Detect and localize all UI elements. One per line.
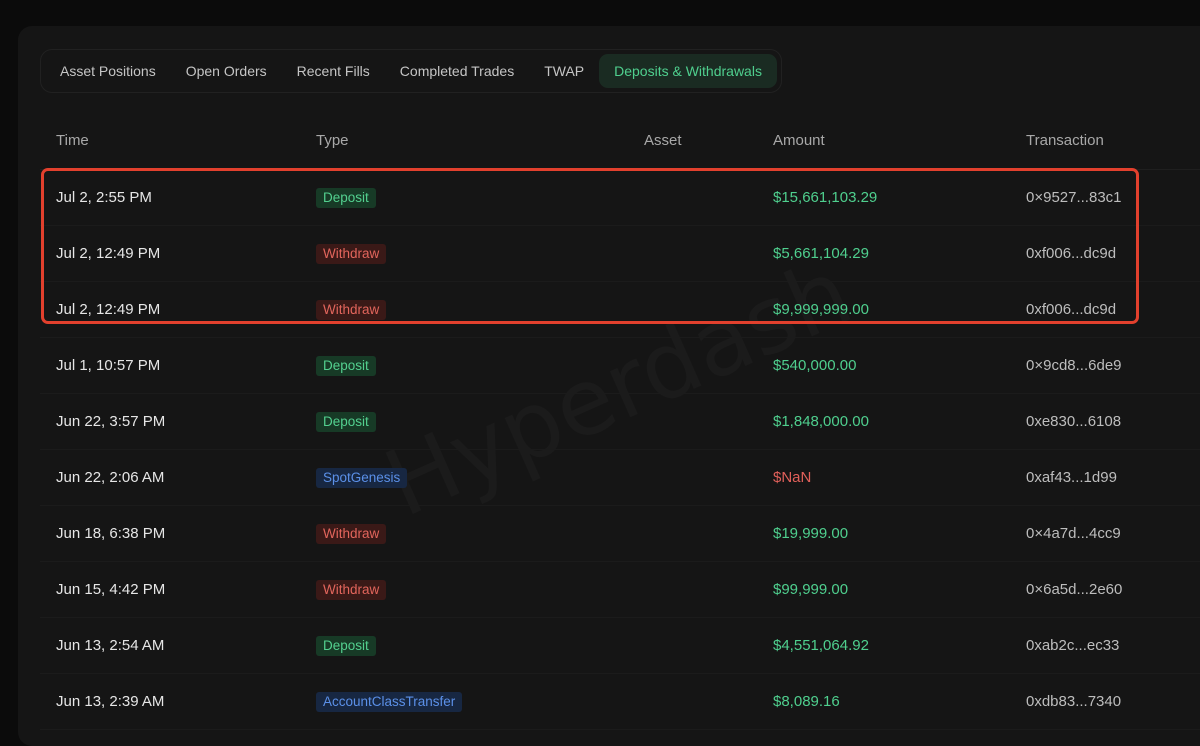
amount-cell: $540,000.00: [773, 357, 857, 374]
table-row[interactable]: Jul 2, 12:49 PM Withdraw $5,661,104.29 0xf0…: [40, 226, 1200, 282]
tab-completed-trades[interactable]: Completed Trades: [385, 54, 529, 88]
time-cell: Jun 13, 2:54 AM: [56, 637, 165, 654]
type-cell: Deposit: [316, 170, 376, 225]
table-body: Jul 2, 2:55 PM Deposit $15,661,103.29 0×952…: [40, 170, 1200, 730]
type-badge: SpotGenesis: [316, 468, 408, 489]
transaction-link[interactable]: 0×6a5d...2e60: [1026, 562, 1122, 617]
tab-twap[interactable]: TWAP: [529, 54, 599, 88]
amount-cell: $NaN: [773, 469, 812, 486]
amount-cell: $9,999,999.00: [773, 301, 869, 318]
type-badge: Withdraw: [316, 300, 387, 321]
transaction-link[interactable]: 0xe830...6108: [1026, 394, 1121, 449]
table-row[interactable]: Jun 13, 2:54 AM Deposit $4,551,064.92 0xab2…: [40, 618, 1200, 674]
table-row[interactable]: Jul 2, 12:49 PM Withdraw $9,999,999.00 0xf0…: [40, 282, 1200, 338]
tab-bar: Asset Positions Open Orders Recent Fills…: [40, 49, 782, 93]
transaction-link[interactable]: 0xf006...dc9d: [1026, 282, 1116, 337]
type-cell: Withdraw: [316, 282, 387, 337]
type-cell: Withdraw: [316, 562, 387, 617]
time-cell: Jul 1, 10:57 PM: [56, 357, 161, 374]
time-cell: Jun 22, 2:06 AM: [56, 469, 165, 486]
amount-cell: $15,661,103.29: [773, 189, 878, 206]
transaction-link[interactable]: 0xdb83...7340: [1026, 674, 1121, 729]
time-cell: Jul 2, 12:49 PM: [56, 301, 161, 318]
time-cell: Jun 13, 2:39 AM: [56, 693, 165, 710]
type-badge: Withdraw: [316, 524, 387, 545]
table-row[interactable]: Jun 18, 6:38 PM Withdraw $19,999.00 0×4a7d.…: [40, 506, 1200, 562]
transaction-link[interactable]: 0×9527...83c1: [1026, 170, 1122, 225]
header-transaction[interactable]: Transaction: [1026, 113, 1104, 169]
tab-open-orders[interactable]: Open Orders: [171, 54, 282, 88]
type-badge: AccountClassTransfer: [316, 692, 463, 713]
type-badge: Withdraw: [316, 244, 387, 265]
tab-recent-fills[interactable]: Recent Fills: [282, 54, 385, 88]
transaction-link[interactable]: 0xaf43...1d99: [1026, 450, 1117, 505]
header-type[interactable]: Type: [316, 113, 349, 169]
header-asset[interactable]: Asset: [644, 113, 682, 169]
type-cell: AccountClassTransfer: [316, 674, 463, 729]
type-cell: Deposit: [316, 618, 376, 673]
tab-deposits-withdrawals[interactable]: Deposits & Withdrawals: [599, 54, 777, 88]
table-row[interactable]: Jun 22, 2:06 AM SpotGenesis $NaN 0xaf43...1…: [40, 450, 1200, 506]
table-row[interactable]: Jul 2, 2:55 PM Deposit $15,661,103.29 0×952…: [40, 170, 1200, 226]
transaction-link[interactable]: 0xf006...dc9d: [1026, 226, 1116, 281]
time-cell: Jun 15, 4:42 PM: [56, 581, 166, 598]
header-time[interactable]: Time: [56, 113, 89, 169]
type-cell: SpotGenesis: [316, 450, 408, 505]
amount-cell: $4,551,064.92: [773, 637, 869, 654]
type-badge: Deposit: [316, 412, 376, 433]
transaction-link[interactable]: 0×4a7d...4cc9: [1026, 506, 1121, 561]
amount-cell: $99,999.00: [773, 581, 849, 598]
time-cell: Jun 22, 3:57 PM: [56, 413, 166, 430]
header-amount[interactable]: Amount: [773, 113, 825, 169]
time-cell: Jul 2, 2:55 PM: [56, 189, 152, 206]
table-header: Time Type Asset Amount Transaction: [40, 113, 1200, 170]
type-cell: Withdraw: [316, 226, 387, 281]
amount-cell: $19,999.00: [773, 525, 849, 542]
table-row[interactable]: Jul 1, 10:57 PM Deposit $540,000.00 0×9cd8.…: [40, 338, 1200, 394]
transfers-table: Time Type Asset Amount Transaction Jul 2…: [40, 113, 1200, 730]
transaction-link[interactable]: 0xab2c...ec33: [1026, 618, 1119, 673]
type-cell: Deposit: [316, 338, 376, 393]
type-badge: Deposit: [316, 188, 376, 209]
time-cell: Jul 2, 12:49 PM: [56, 245, 161, 262]
type-badge: Withdraw: [316, 580, 387, 601]
amount-cell: $5,661,104.29: [773, 245, 869, 262]
type-badge: Deposit: [316, 356, 376, 377]
table-row[interactable]: Jun 13, 2:39 AM AccountClassTransfer $8,08…: [40, 674, 1200, 730]
type-cell: Deposit: [316, 394, 376, 449]
table-row[interactable]: Jun 15, 4:42 PM Withdraw $99,999.00 0×6a5d.…: [40, 562, 1200, 618]
amount-cell: $1,848,000.00: [773, 413, 869, 430]
time-cell: Jun 18, 6:38 PM: [56, 525, 166, 542]
tab-asset-positions[interactable]: Asset Positions: [45, 54, 171, 88]
transaction-link[interactable]: 0×9cd8...6de9: [1026, 338, 1122, 393]
type-cell: Withdraw: [316, 506, 387, 561]
table-row[interactable]: Jun 22, 3:57 PM Deposit $1,848,000.00 0xe83…: [40, 394, 1200, 450]
type-badge: Deposit: [316, 636, 376, 657]
amount-cell: $8,089.16: [773, 693, 840, 710]
